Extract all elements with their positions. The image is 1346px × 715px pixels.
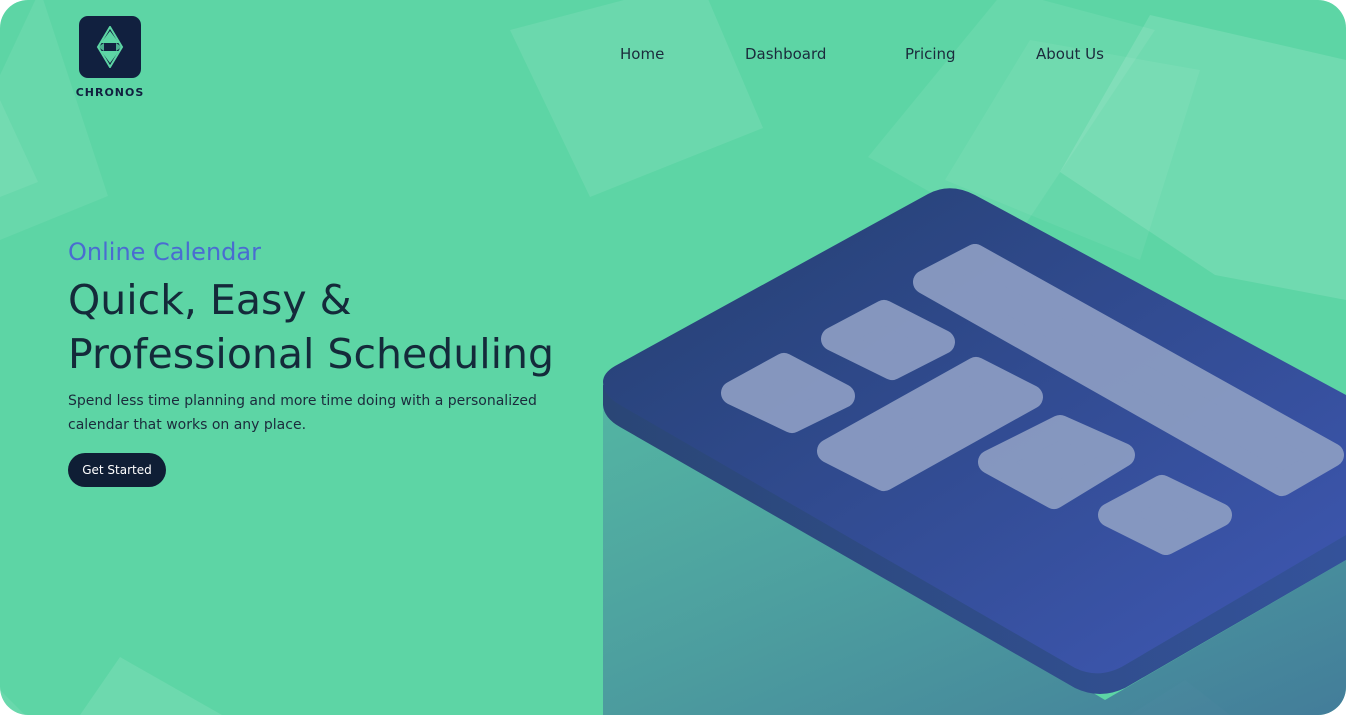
calendar-tile-small-top (821, 300, 955, 380)
isometric-calendar-illustration (603, 188, 1346, 715)
landing-page: CHRONOS Home Dashboard Pricing About Us … (0, 0, 1346, 715)
calendar-tile-small-bottom (1098, 475, 1232, 555)
